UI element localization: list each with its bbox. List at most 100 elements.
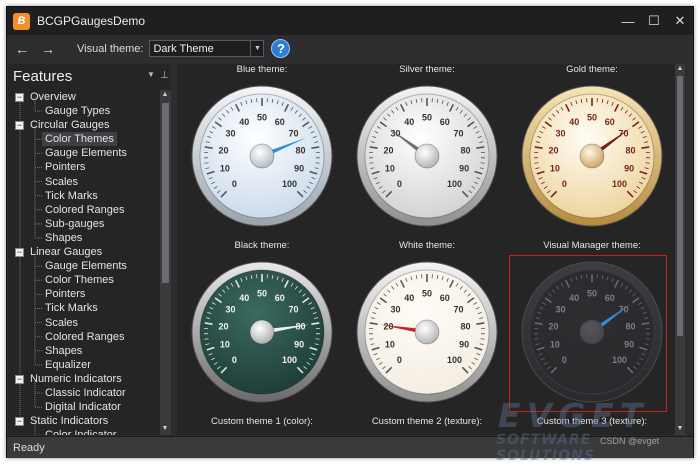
scale-label: 10 (550, 164, 560, 174)
minor-tick (369, 338, 374, 340)
scale-label: 0 (232, 355, 237, 365)
tree-scrollbar[interactable]: ▲ ▼ (160, 90, 171, 435)
tree-item[interactable]: Shapes (8, 231, 159, 245)
scale-label: 40 (239, 293, 249, 303)
gauge-caption: Custom theme 3 (texture): (536, 416, 648, 427)
scale-label: 80 (461, 321, 471, 331)
app-icon: B (13, 12, 30, 30)
scale-label: 0 (397, 355, 402, 365)
tree-item[interactable]: Sub-gauges (8, 217, 159, 231)
scale-label: 20 (218, 145, 228, 155)
minimize-button[interactable]: — (615, 7, 641, 35)
pin-icon[interactable]: ⊥ (160, 70, 169, 81)
tree-item[interactable]: Equalizer (8, 358, 159, 372)
tree-item[interactable]: Gauge Elements (8, 146, 159, 160)
forward-arrow-icon[interactable]: → (37, 39, 59, 59)
tree-item-label: Color Themes (45, 274, 114, 287)
tree-item[interactable]: Digital Indicator (8, 400, 159, 414)
tree-item-label: Gauge Elements (45, 260, 127, 273)
scale-label: 70 (289, 129, 299, 139)
content-scroll-down-icon[interactable]: ▼ (675, 425, 685, 432)
gauge-hub (414, 319, 440, 345)
tree-item-label: Linear Gauges (30, 246, 103, 259)
scale-label: 40 (404, 293, 414, 303)
tree-item[interactable]: Pointers (8, 160, 159, 174)
dropdown-arrow-icon[interactable]: ▼ (250, 41, 263, 56)
scroll-up-arrow-icon[interactable]: ▲ (160, 91, 170, 98)
tree-item[interactable]: Gauge Elements (8, 259, 159, 273)
minor-tick (369, 162, 374, 164)
gauge-black: 010203040 50 60708090100 (191, 261, 333, 403)
tree-group[interactable]: − Numeric Indicators (8, 372, 159, 386)
tree-item[interactable]: Shapes (8, 344, 159, 358)
minor-tick (480, 162, 485, 164)
back-arrow-icon[interactable]: ← (11, 39, 33, 59)
gauge-white: 010203040 50 60708090100 (356, 261, 498, 403)
tree-item[interactable]: Color Themes (8, 132, 159, 147)
scroll-down-arrow-icon[interactable]: ▼ (160, 425, 170, 432)
tree-item-label: Colored Ranges (45, 203, 125, 216)
scale-label: 10 (385, 164, 395, 174)
scale-label: 50 (587, 113, 597, 123)
visual-theme-select[interactable]: Dark Theme ▼ (149, 40, 265, 57)
scale-label: 20 (383, 145, 393, 155)
content-scrollbar[interactable]: ▲ ▼ (675, 64, 685, 435)
close-button[interactable]: ✕ (667, 7, 693, 35)
tree-item-label: Gauge Elements (45, 147, 127, 160)
tree-item[interactable]: Color Themes (8, 273, 159, 287)
minor-tick (315, 338, 320, 340)
content-scroll-thumb[interactable] (677, 76, 683, 336)
tree-item[interactable]: Scales (8, 316, 159, 330)
tree-item[interactable]: Classic Indicator (8, 386, 159, 400)
scale-label: 50 (257, 113, 267, 123)
tree-group[interactable]: − Linear Gauges (8, 245, 159, 259)
toolbar: ← → Visual theme: Dark Theme ▼ ? (7, 35, 693, 62)
window-title: BCGPGaugesDemo (37, 14, 146, 28)
tree-item[interactable]: Tick Marks (8, 189, 159, 203)
collapse-icon[interactable]: − (15, 121, 24, 131)
gauge-caption: Silver theme: (399, 64, 455, 75)
gauge-hub (249, 143, 275, 169)
tree-item[interactable]: Colored Ranges (8, 203, 159, 217)
gauge-hub (414, 143, 440, 169)
scale-label: 10 (220, 340, 230, 350)
scale-label: 60 (275, 117, 285, 127)
gauge-caption: White theme: (399, 240, 455, 251)
tree-scroll-thumb[interactable] (162, 103, 169, 283)
tree-item-label: Numeric Indicators (30, 372, 122, 385)
tree-item[interactable]: Colored Ranges (8, 330, 159, 344)
collapse-icon[interactable]: − (15, 248, 24, 258)
tree-item[interactable]: Color Indicator (8, 428, 159, 435)
gauge-caption: Black theme: (234, 240, 290, 251)
collapse-icon[interactable]: − (15, 417, 24, 427)
maximize-button[interactable]: ☐ (641, 7, 667, 35)
content-scroll-up-icon[interactable]: ▲ (675, 65, 685, 72)
minor-tick (315, 162, 320, 164)
minor-tick (534, 162, 539, 164)
tree-group[interactable]: − Circular Gauges (8, 118, 159, 132)
tree-group[interactable]: − Overview (8, 90, 159, 104)
tree-group[interactable]: − Static Indicators (8, 414, 159, 428)
gauge-caption: Gold theme: (566, 64, 618, 75)
scale-label: 60 (440, 117, 450, 127)
scale-label: 50 (422, 289, 432, 299)
status-bar: Ready (7, 436, 693, 458)
scale-label: 70 (454, 129, 464, 139)
features-pane-header: Features ▼ ⊥ (8, 64, 171, 88)
pane-menu-icon[interactable]: ▼ (147, 70, 155, 79)
gauge-hub (579, 143, 605, 169)
gauge-gold: 0102030405060708090100 (521, 85, 663, 227)
tree-item[interactable]: Scales (8, 175, 159, 189)
help-icon[interactable]: ? (271, 39, 291, 58)
tree-item[interactable]: Tick Marks (8, 301, 159, 315)
scale-label: 40 (569, 117, 579, 127)
collapse-icon[interactable]: − (15, 93, 24, 102)
minor-tick (204, 162, 209, 164)
gauge-hub (249, 319, 275, 345)
collapse-icon[interactable]: − (15, 374, 24, 384)
tree-item[interactable]: Gauge Types (8, 104, 159, 118)
tree-item-label: Circular Gauges (30, 119, 110, 132)
scale-label: 40 (239, 117, 249, 127)
tree-item-label: Color Themes (42, 132, 117, 147)
tree-item[interactable]: Pointers (8, 287, 159, 301)
